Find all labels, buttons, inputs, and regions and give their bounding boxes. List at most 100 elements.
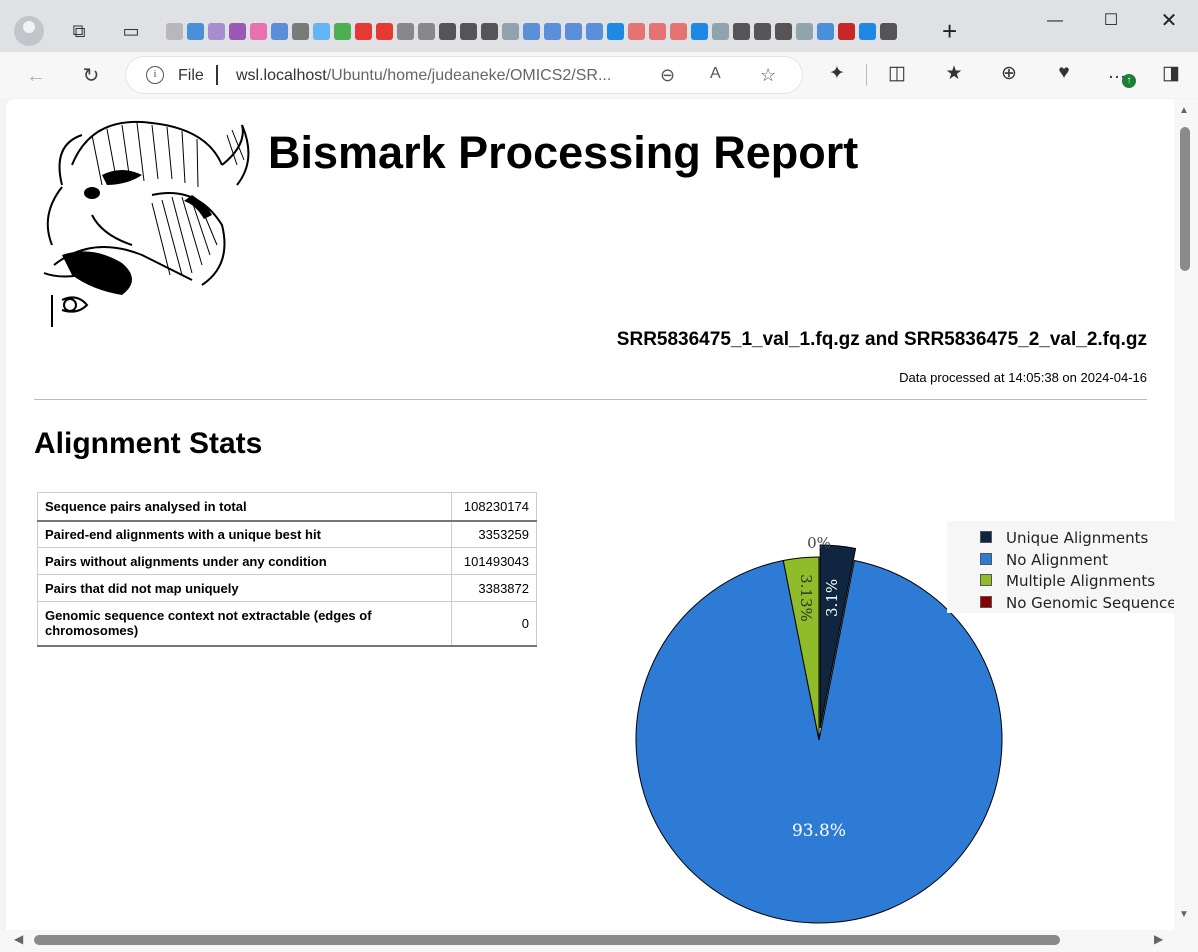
extensions-icon[interactable]: ✦	[824, 62, 850, 85]
address-bar[interactable]: i File wsl.localhost/Ubuntu/home/judeane…	[126, 57, 802, 93]
table-row: Genomic sequence context not extractable…	[37, 601, 537, 646]
report-title: Bismark Processing Report	[268, 127, 859, 178]
pie-slice-label: 93.8%	[792, 821, 846, 841]
scroll-right-icon[interactable]: ▶	[1154, 932, 1163, 946]
favorites-icon[interactable]: ★	[941, 62, 967, 85]
scroll-up-icon[interactable]: ▲	[1179, 105, 1189, 116]
tab-favicon-icon[interactable]	[313, 23, 330, 40]
legend-swatch	[980, 595, 992, 608]
tab-favicon-icon[interactable]	[460, 23, 477, 40]
page-viewport: Bismark Processing Report SRR5836475_1_v…	[6, 99, 1174, 930]
pie-slice-label: 3.13%	[797, 574, 815, 622]
table-row: Pairs that did not map uniquely 3383872	[37, 574, 537, 602]
tab-actions-icon[interactable]: ▭	[118, 18, 144, 44]
read-aloud-icon[interactable]: A	[710, 65, 721, 83]
horizontal-scrollbar[interactable]: ◀ ▶	[0, 930, 1198, 952]
tab-favicon-icon[interactable]	[271, 23, 288, 40]
legend-item-label[interactable]: Unique Alignments	[1006, 529, 1148, 547]
tab-favicon-icon[interactable]	[166, 23, 183, 40]
tab-favicon-icon[interactable]	[691, 23, 708, 40]
legend-item-label[interactable]: Multiple Alignments	[1006, 572, 1155, 590]
minimize-icon[interactable]: —	[1032, 8, 1078, 34]
browser-essentials-icon[interactable]: ♥	[1051, 62, 1077, 84]
legend-item-label[interactable]: No Alignment	[1006, 551, 1108, 569]
title-bar: ⧉ ▭ + — ☐ ✕	[0, 0, 1198, 52]
tab-favicon-icon[interactable]	[586, 23, 603, 40]
tab-favicon-icon[interactable]	[418, 23, 435, 40]
vertical-scrollbar[interactable]: ▲ ▼	[1174, 99, 1198, 930]
back-icon[interactable]: ←	[22, 62, 50, 90]
tab-favicon-icon[interactable]	[481, 23, 498, 40]
tab-favicon-icon[interactable]	[649, 23, 666, 40]
tab-favicon-icon[interactable]	[397, 23, 414, 40]
row-label: Paired-end alignments with a unique best…	[37, 520, 452, 548]
zoom-icon[interactable]: ⊖	[660, 65, 675, 86]
row-value: 0	[451, 601, 537, 646]
vertical-scroll-thumb[interactable]	[1180, 127, 1190, 271]
tab-favicon-icon[interactable]	[628, 23, 645, 40]
legend-swatch	[980, 552, 992, 565]
tab-favicon-icon[interactable]	[775, 23, 792, 40]
tab-favicon-icon[interactable]	[670, 23, 687, 40]
tab-favicon-icon[interactable]	[292, 23, 309, 40]
update-badge-icon: ↑	[1122, 74, 1136, 88]
tab-favicon-icon[interactable]	[733, 23, 750, 40]
horizontal-scroll-thumb[interactable]	[34, 935, 1060, 945]
tab-favicon-icon[interactable]	[607, 23, 624, 40]
bismark-logo	[43, 121, 250, 327]
tab-favicon-icon[interactable]	[544, 23, 561, 40]
profile-avatar-icon[interactable]	[14, 16, 44, 46]
tab-favicon-icon[interactable]	[880, 23, 897, 40]
report-processed-date: Data processed at 14:05:38 on 2024-04-16	[899, 370, 1147, 385]
tab-favicon-icon[interactable]	[187, 23, 204, 40]
address-url[interactable]: wsl.localhost/Ubuntu/home/judeaneke/OMIC…	[236, 67, 611, 85]
tab-favicon-icon[interactable]	[859, 23, 876, 40]
tab-favicon-icon[interactable]	[208, 23, 225, 40]
scroll-down-icon[interactable]: ▼	[1179, 909, 1189, 920]
tab-favicon-icon[interactable]	[502, 23, 519, 40]
tab-favicon-icon[interactable]	[817, 23, 834, 40]
address-separator	[216, 65, 218, 85]
url-host: wsl.localhost	[236, 67, 327, 84]
workspaces-icon[interactable]: ⧉	[66, 18, 92, 44]
tab-favicon-icon[interactable]	[334, 23, 351, 40]
tab-favicon-icon[interactable]	[712, 23, 729, 40]
tab-favicon-icon[interactable]	[376, 23, 393, 40]
chart-legend: Unique Alignments No Alignment Multiple Al…	[947, 521, 1174, 613]
row-label: Genomic sequence context not extractable…	[37, 601, 452, 646]
legend-swatch	[980, 531, 992, 543]
pie-slice-label: 0%	[807, 534, 831, 552]
row-label: Pairs without alignments under any condi…	[37, 547, 452, 575]
sidebar-icon[interactable]: ◨	[1158, 62, 1184, 85]
favorite-star-icon[interactable]: ☆	[760, 65, 776, 86]
toolbar-divider	[866, 64, 867, 86]
tab-favicon-icon[interactable]	[439, 23, 456, 40]
close-icon[interactable]: ✕	[1146, 8, 1192, 34]
tab-favicon-icon[interactable]	[229, 23, 246, 40]
split-screen-icon[interactable]: ◫	[884, 62, 910, 85]
url-path: /Ubuntu/home/judeaneke/OMICS2/SR...	[326, 67, 612, 84]
table-row: Sequence pairs analysed in total 1082301…	[37, 492, 537, 522]
tab-favicon-icon[interactable]	[355, 23, 372, 40]
row-label: Pairs that did not map uniquely	[37, 574, 452, 602]
row-value: 108230174	[451, 492, 537, 522]
scroll-left-icon[interactable]: ◀	[14, 932, 23, 946]
tab-favicon-icon[interactable]	[523, 23, 540, 40]
tab-favicon-icon[interactable]	[565, 23, 582, 40]
report-input-files: SRR5836475_1_val_1.fq.gz and SRR5836475_…	[616, 329, 1147, 350]
new-tab-icon[interactable]: +	[942, 16, 957, 47]
tab-favicon-icon[interactable]	[754, 23, 771, 40]
maximize-icon[interactable]: ☐	[1088, 8, 1134, 34]
table-row: Pairs without alignments under any condi…	[37, 547, 537, 575]
tab-strip[interactable]	[164, 18, 899, 46]
alignment-stats-table: Sequence pairs analysed in total 1082301…	[37, 492, 537, 647]
collections-icon[interactable]: ⊕	[996, 62, 1022, 85]
refresh-icon[interactable]: ↻	[77, 62, 105, 90]
tab-favicon-icon[interactable]	[796, 23, 813, 40]
tab-favicon-icon[interactable]	[250, 23, 267, 40]
legend-swatch	[980, 574, 992, 586]
address-scheme-label: File	[178, 67, 204, 84]
info-icon[interactable]: i	[146, 66, 164, 84]
legend-item-label[interactable]: No Genomic Sequence	[1006, 594, 1174, 612]
tab-favicon-icon[interactable]	[838, 23, 855, 40]
